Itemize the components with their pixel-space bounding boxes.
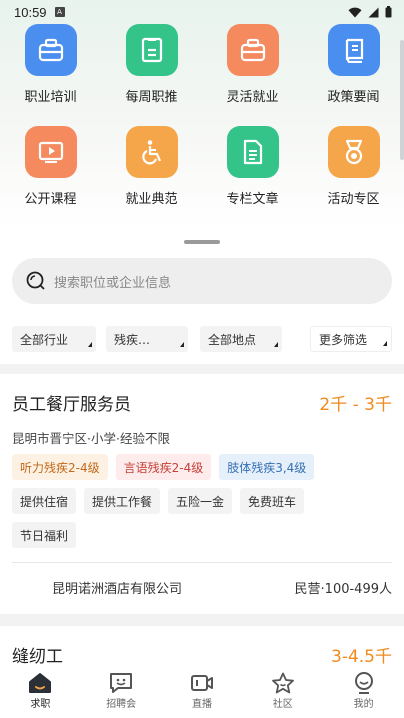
grid-item-flexible[interactable]: 灵活就业 (202, 24, 303, 126)
quick-entry-grid: 职业培训 每周职推 灵活就业 政策要闻 公开课程 就业典范 专栏文章 活动专区 (0, 24, 404, 228)
tab-label: 社区 (272, 699, 293, 710)
job-card[interactable]: 员工餐厅服务员 2千 - 3千 昆明市晋宁区·小学·经验不限 听力残疾2-4级 … (0, 374, 404, 614)
grid-item-models[interactable]: 就业典范 (101, 126, 202, 228)
status-icons (348, 6, 392, 18)
tab-label: 求职 (30, 699, 51, 710)
dropdown-triangle-icon (88, 342, 92, 347)
grid-label: 公开课程 (24, 192, 77, 207)
filter-label: 全部行业 (20, 332, 69, 347)
bottom-tab-bar: 求职 招聘会 直播 社区 我的 (0, 668, 404, 718)
job-title: 缝纫工 (12, 647, 63, 667)
grid-item-weekly[interactable]: 每周职推 (101, 24, 202, 126)
divider (12, 562, 392, 563)
search-icon (26, 271, 45, 290)
job-salary: 2千 - 3千 (319, 395, 392, 415)
filter-label: 全部地点 (208, 332, 257, 347)
filter-more[interactable]: 更多筛选 (310, 326, 392, 352)
dropdown-triangle-icon (180, 342, 184, 347)
disability-tag: 言语残疾2-4级 (115, 454, 212, 480)
battery-icon (385, 6, 392, 18)
benefit-tag: 提供工作餐 (84, 488, 161, 514)
job-title: 员工餐厅服务员 (12, 395, 131, 415)
video-play-icon (24, 126, 77, 178)
grid-item-training[interactable]: 职业培训 (0, 24, 101, 126)
clipboard-icon (125, 24, 178, 76)
grid-item-articles[interactable]: 专栏文章 (202, 126, 303, 228)
tab-label: 直播 (191, 699, 212, 710)
job-meta: 昆明市晋宁区·小学·经验不限 (12, 431, 170, 446)
chat-smile-icon (110, 673, 133, 693)
wheelchair-icon (125, 126, 178, 178)
filter-label: 残疾… (114, 332, 151, 347)
filter-industry[interactable]: 全部行业 (12, 326, 96, 352)
scrollbar[interactable] (400, 40, 404, 160)
grid-label: 专栏文章 (226, 192, 279, 207)
job-card[interactable]: 缝纫工 3-4.5千 (0, 626, 404, 668)
job-tags: 听力残疾2-4级 言语残疾2-4级 肢体残疾3,4级 提供住宿 提供工作餐 五险… (12, 454, 392, 556)
grid-label: 职业培训 (24, 90, 77, 105)
grid-label: 灵活就业 (226, 90, 279, 105)
filter-disability[interactable]: 残疾… (106, 326, 188, 352)
drag-handle[interactable] (184, 240, 220, 244)
benefit-tag: 提供住宿 (12, 488, 77, 514)
filter-bar: 全部行业 残疾… 全部地点 更多筛选 (12, 326, 392, 352)
sheet-header: 搜索职位或企业信息 全部行业 残疾… 全部地点 更多筛选 (0, 228, 404, 364)
dropdown-triangle-icon (383, 341, 387, 346)
tab-live[interactable]: 直播 (162, 668, 243, 718)
document-icon (226, 126, 279, 178)
search-placeholder: 搜索职位或企业信息 (54, 275, 172, 291)
grid-label: 就业典范 (125, 192, 178, 207)
tab-mine[interactable]: 我的 (323, 668, 404, 718)
status-time: 10:59 (14, 4, 47, 20)
tab-jobs[interactable]: 求职 (0, 668, 81, 718)
grid-item-policy[interactable]: 政策要闻 (303, 24, 404, 126)
star-face-icon (271, 672, 294, 694)
company-name: 昆明诺洲酒店有限公司 (52, 582, 183, 597)
briefcase-icon (226, 24, 279, 76)
grid-label: 每周职推 (125, 90, 178, 105)
grid-label: 活动专区 (327, 192, 380, 207)
benefit-tag: 免费班车 (240, 488, 305, 514)
dropdown-triangle-icon (274, 342, 278, 347)
filter-location[interactable]: 全部地点 (200, 326, 282, 352)
profile-icon (354, 672, 373, 694)
filter-label: 更多筛选 (319, 332, 368, 347)
job-sheet: 搜索职位或企业信息 全部行业 残疾… 全部地点 更多筛选 员工餐厅服务员 2千 … (0, 228, 404, 668)
company-info: 民营·100-499人 (294, 582, 392, 597)
home-icon (29, 673, 52, 693)
benefit-tag: 节日福利 (12, 522, 77, 548)
wifi-icon (348, 7, 362, 17)
tab-job-fair[interactable]: 招聘会 (81, 668, 162, 718)
signal-icon (368, 7, 379, 17)
disability-tag: 听力残疾2-4级 (12, 454, 108, 480)
medal-icon (327, 126, 380, 178)
grid-item-events[interactable]: 活动专区 (303, 126, 404, 228)
status-bar: 10:59 A (0, 0, 404, 24)
tab-label: 招聘会 (106, 699, 137, 710)
video-camera-icon (190, 675, 213, 691)
grid-item-courses[interactable]: 公开课程 (0, 126, 101, 228)
job-salary: 3-4.5千 (331, 647, 392, 667)
tab-label: 我的 (353, 699, 374, 710)
search-input[interactable]: 搜索职位或企业信息 (12, 258, 392, 304)
notification-icon: A (54, 7, 65, 17)
benefit-tag: 五险一金 (168, 488, 233, 514)
tab-community[interactable]: 社区 (242, 668, 323, 718)
disability-tag: 肢体残疾3,4级 (219, 454, 315, 480)
briefcase-icon (24, 24, 77, 76)
book-icon (327, 24, 380, 76)
grid-label: 政策要闻 (327, 90, 380, 105)
